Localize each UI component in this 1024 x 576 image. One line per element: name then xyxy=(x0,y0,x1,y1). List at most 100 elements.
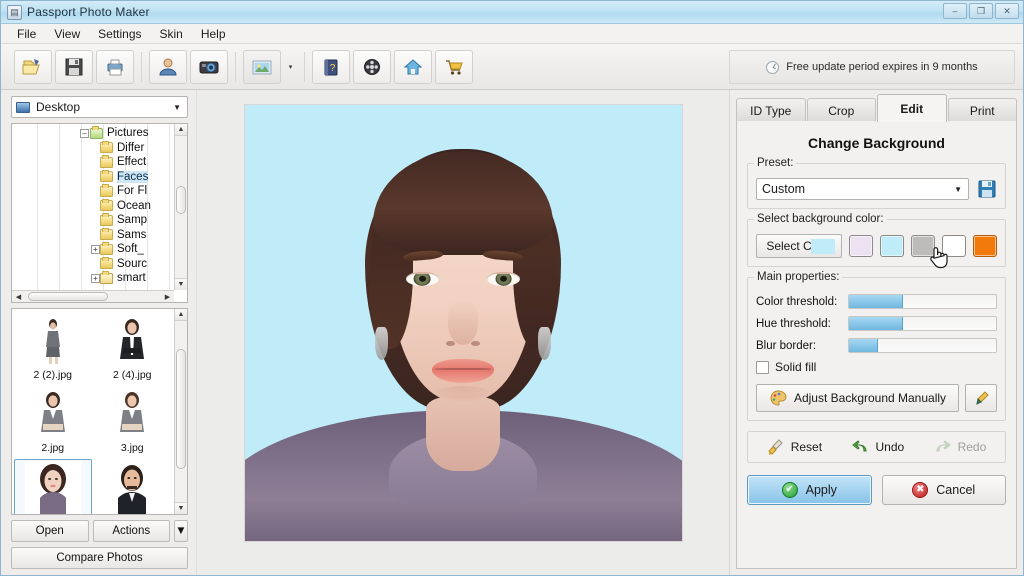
tree-horizontal-scrollbar[interactable]: ◀ ▶ xyxy=(12,290,174,302)
tab-crop[interactable]: Crop xyxy=(806,98,876,122)
thumbnail-item[interactable]: 2 (4).jpg xyxy=(94,313,172,384)
tab-edit[interactable]: Edit xyxy=(877,94,947,122)
home-button[interactable] xyxy=(394,49,432,84)
actions-button[interactable]: Actions xyxy=(92,520,170,542)
tree-vertical-scrollbar[interactable]: ▲ ▼ xyxy=(174,124,187,290)
preset-value: Custom xyxy=(762,182,806,196)
actions-dropdown-icon[interactable]: ▼ xyxy=(174,520,188,542)
window-title: Passport Photo Maker xyxy=(27,5,150,19)
maximize-button[interactable]: ❐ xyxy=(969,3,993,19)
cancel-button[interactable]: ✖ Cancel xyxy=(881,475,1006,505)
menu-help[interactable]: Help xyxy=(193,25,234,43)
tree-item-faces[interactable]: Faces xyxy=(12,169,173,185)
eyedropper-button[interactable] xyxy=(965,384,997,412)
tab-id-type[interactable]: ID Type xyxy=(736,98,806,122)
scroll-up-icon[interactable]: ▲ xyxy=(175,309,187,321)
background-color-label: Select background color: xyxy=(754,213,887,225)
tree-item-differ[interactable]: Differ xyxy=(12,140,173,156)
thumbnail-item[interactable]: 2 (2).jpg xyxy=(14,313,92,384)
adjust-background-manually-button[interactable]: Adjust Background Manually xyxy=(756,384,959,412)
thumbnail-item[interactable]: 3.jpg xyxy=(94,386,172,457)
thumbnail-item[interactable]: 5.jpg xyxy=(94,459,172,514)
tree-item-sams[interactable]: Sams xyxy=(12,227,173,243)
menu-view[interactable]: View xyxy=(46,25,88,43)
tree-item-samp[interactable]: Samp xyxy=(12,213,173,228)
swatch-lilac[interactable] xyxy=(849,235,873,257)
tree-item-label: smart xyxy=(117,272,146,285)
print-button[interactable] xyxy=(96,49,134,84)
tree-expander[interactable]: + xyxy=(91,244,100,254)
pictures-folder-icon xyxy=(90,126,103,139)
save-preset-button[interactable] xyxy=(977,179,997,199)
tree-expander[interactable]: + xyxy=(91,273,100,283)
scroll-thumb[interactable] xyxy=(176,349,186,469)
chevron-down-icon[interactable]: ▼ xyxy=(954,185,962,194)
menu-skin[interactable]: Skin xyxy=(152,25,191,43)
swatch-white[interactable] xyxy=(942,235,966,257)
close-button[interactable]: ✕ xyxy=(995,3,1019,19)
tree-item-pictures[interactable]: – Pictures xyxy=(12,126,173,141)
reset-button[interactable]: Reset xyxy=(767,439,822,455)
menu-settings[interactable]: Settings xyxy=(90,25,149,43)
image-effects-button[interactable] xyxy=(243,49,281,84)
scroll-down-icon[interactable]: ▼ xyxy=(175,278,187,290)
tree-item-ocean[interactable]: Ocean xyxy=(12,198,173,214)
hue-threshold-row: Hue threshold: xyxy=(756,316,997,331)
apply-button[interactable]: ✔ Apply xyxy=(747,475,872,505)
image-effects-dropdown[interactable]: ▾ xyxy=(284,50,297,84)
video-tutorial-button[interactable] xyxy=(353,49,391,84)
scroll-up-icon[interactable]: ▲ xyxy=(175,124,187,136)
open-photo-button[interactable] xyxy=(14,49,52,84)
check-circle-icon: ✔ xyxy=(781,482,798,498)
swatch-gray[interactable] xyxy=(911,235,935,257)
main-properties-group: Main properties: Color threshold: Hue th… xyxy=(747,271,1006,421)
thumbnail-item[interactable]: 2.jpg xyxy=(14,386,92,457)
camera-button[interactable] xyxy=(190,49,228,84)
blur-border-slider[interactable] xyxy=(848,338,997,353)
buy-button[interactable] xyxy=(435,49,473,84)
save-button[interactable] xyxy=(55,49,93,84)
scroll-down-icon[interactable]: ▼ xyxy=(175,502,187,514)
help-book-button[interactable]: ? xyxy=(312,49,350,84)
tab-print[interactable]: Print xyxy=(947,98,1017,122)
tree-item-sourc[interactable]: Sourc xyxy=(12,256,173,272)
thumbnail-label: 2 (4).jpg xyxy=(112,369,152,381)
scroll-left-icon[interactable]: ◀ xyxy=(12,291,25,303)
tree-item-smart[interactable]: + smart xyxy=(12,271,173,286)
drive-selector[interactable]: Desktop ▼ xyxy=(11,96,188,118)
solid-fill-row[interactable]: Solid fill xyxy=(756,360,997,374)
tree-item-soft[interactable]: + Soft_ xyxy=(12,242,173,257)
color-threshold-slider[interactable] xyxy=(848,294,997,309)
select-color-button[interactable]: Select Color xyxy=(756,234,842,258)
toolbar: ▾ ? ✳ Free update period expires in 9 mo… xyxy=(1,44,1023,104)
menu-file[interactable]: File xyxy=(9,25,44,43)
thumbnail-item-selected[interactable]: 4.jpg xyxy=(14,459,92,514)
compare-photos-button[interactable]: Compare Photos xyxy=(11,547,188,569)
tree-item-for-fl[interactable]: For Fl xyxy=(12,184,173,199)
minimize-button[interactable]: – xyxy=(943,3,967,19)
hue-threshold-slider[interactable] xyxy=(848,316,997,331)
solid-fill-checkbox[interactable] xyxy=(756,360,769,374)
thumbnail-grid: 2 (2).jpg 2 (4).jpg 2.jpg 3.jpg xyxy=(12,311,173,514)
thumbnail-list[interactable]: 2 (2).jpg 2 (4).jpg 2.jpg 3.jpg ▲ ▼ xyxy=(11,308,188,515)
photo-preview[interactable] xyxy=(243,104,683,542)
scroll-thumb[interactable] xyxy=(28,292,108,301)
photo-canvas-area[interactable] xyxy=(197,90,729,575)
preset-select[interactable]: Custom ▼ xyxy=(756,178,969,200)
redo-button: Redo xyxy=(934,439,986,455)
undo-button[interactable]: Undo xyxy=(851,439,904,455)
history-controls: Reset Undo Redo xyxy=(747,431,1006,463)
app-icon: ▤ xyxy=(7,4,22,20)
scroll-right-icon[interactable]: ▶ xyxy=(161,291,174,303)
tree-item-effect[interactable]: Effect xyxy=(12,155,173,170)
open-button[interactable]: Open xyxy=(11,520,89,542)
swatch-cyan[interactable] xyxy=(880,235,904,257)
undo-label: Undo xyxy=(875,440,905,454)
person-button[interactable] xyxy=(149,49,187,84)
folder-tree[interactable]: – Pictures Differ Effect Faces For Fl Oc… xyxy=(11,123,188,303)
swatch-orange[interactable] xyxy=(973,235,997,257)
scroll-thumb[interactable] xyxy=(176,186,186,214)
thumbnails-scrollbar[interactable]: ▲ ▼ xyxy=(174,309,187,514)
chevron-down-icon[interactable]: ▼ xyxy=(173,103,181,112)
tree-expander[interactable]: – xyxy=(80,128,89,138)
